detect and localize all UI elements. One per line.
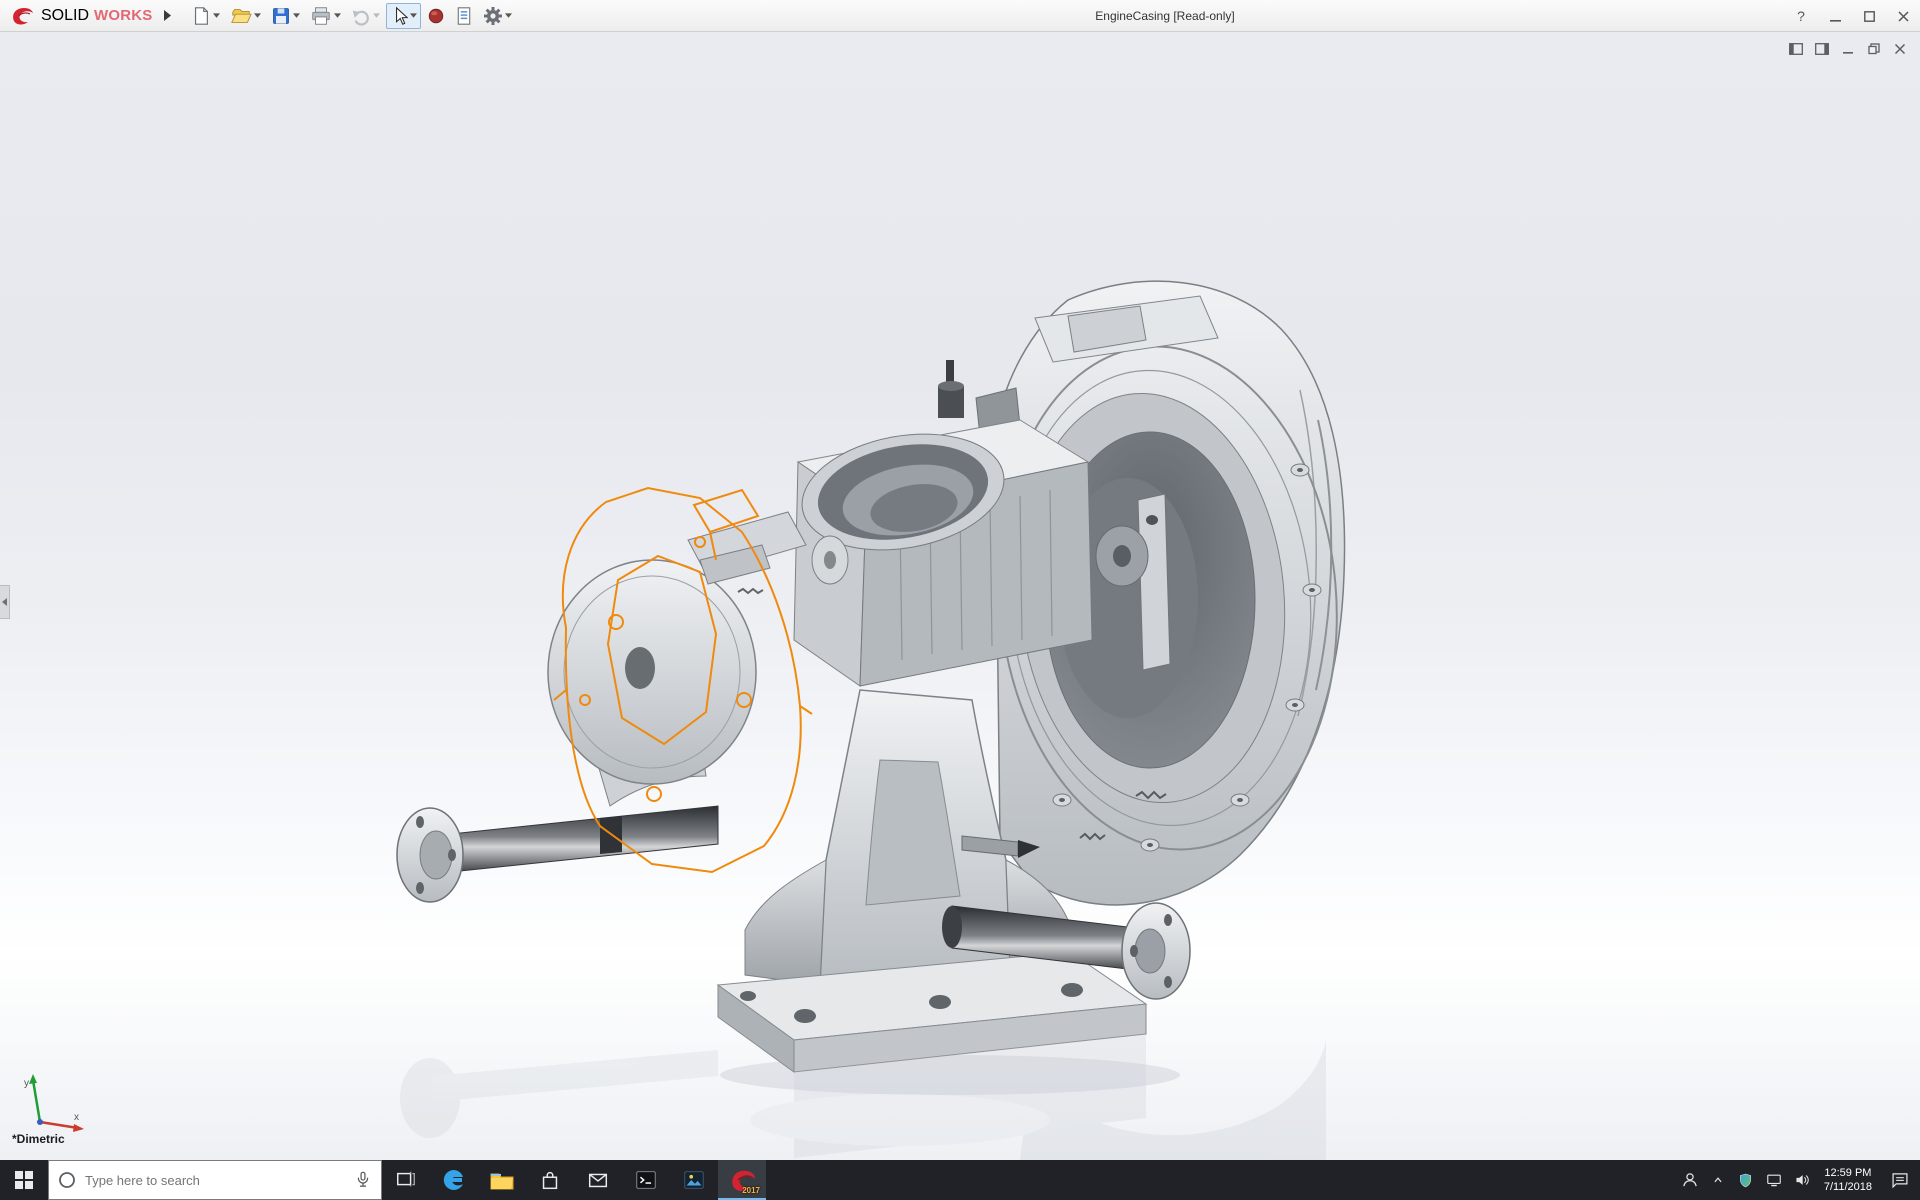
store-bag-icon xyxy=(538,1168,562,1192)
open-folder-icon xyxy=(230,5,252,27)
new-document-icon xyxy=(191,5,211,27)
new-document-button[interactable] xyxy=(187,3,224,29)
close-button[interactable] xyxy=(1886,0,1920,32)
solidworks-2017-taskbar-button[interactable]: 2017 xyxy=(718,1160,766,1200)
dropdown-caret-icon[interactable] xyxy=(254,13,261,18)
command-prompt-taskbar-button[interactable] xyxy=(622,1160,670,1200)
brand-text-works: WORKS xyxy=(94,7,153,24)
photos-icon xyxy=(682,1168,706,1192)
network-icon[interactable] xyxy=(1760,1160,1788,1200)
search-input[interactable] xyxy=(85,1173,345,1188)
save-button[interactable] xyxy=(267,3,304,29)
solidworks-brand: SOLID WORKS xyxy=(0,6,159,26)
document-title: EngineCasing [Read-only] xyxy=(1095,9,1234,23)
triad-x-label: x xyxy=(74,1112,79,1123)
people-icon[interactable] xyxy=(1676,1160,1704,1200)
view-orientation-label: *Dimetric xyxy=(12,1132,65,1146)
taskbar-clock[interactable]: 12:59 PM 7/11/2018 xyxy=(1816,1166,1880,1194)
select-cursor-icon xyxy=(390,6,408,26)
hidden-icons-chevron-icon[interactable] xyxy=(1704,1160,1732,1200)
command-prompt-icon xyxy=(634,1168,658,1192)
task-view-icon xyxy=(395,1169,417,1191)
mail-envelope-icon xyxy=(586,1168,610,1192)
print-button[interactable] xyxy=(306,3,345,29)
mail-taskbar-button[interactable] xyxy=(574,1160,622,1200)
dropdown-caret-icon[interactable] xyxy=(373,13,380,18)
file-explorer-taskbar-button[interactable] xyxy=(478,1160,526,1200)
feature-pane-icon[interactable] xyxy=(1786,40,1806,58)
document-close-button[interactable] xyxy=(1890,40,1910,58)
photos-taskbar-button[interactable] xyxy=(670,1160,718,1200)
task-view-button[interactable] xyxy=(382,1160,430,1200)
window-controls: ? xyxy=(1784,0,1920,32)
file-properties-button[interactable] xyxy=(451,3,477,29)
action-center-icon xyxy=(1890,1170,1910,1190)
file-explorer-icon xyxy=(489,1168,515,1192)
minimize-button[interactable] xyxy=(1818,0,1852,32)
graphics-viewport[interactable]: y x *Dimetric xyxy=(0,32,1920,1160)
edge-taskbar-button[interactable] xyxy=(430,1160,478,1200)
system-tray: 12:59 PM 7/11/2018 xyxy=(1676,1160,1920,1200)
menu-flyout-arrow-icon[interactable] xyxy=(159,4,177,28)
left-shaft xyxy=(397,806,718,902)
document-minimize-button[interactable] xyxy=(1838,40,1858,58)
rebuild-icon xyxy=(427,7,445,25)
document-restore-button[interactable] xyxy=(1864,40,1884,58)
solidworks-version-badge: 2017 xyxy=(742,1186,760,1195)
dropdown-caret-icon[interactable] xyxy=(505,13,512,18)
standard-toolbar xyxy=(187,3,516,29)
left-cover-plate xyxy=(548,512,806,806)
taskbar-search[interactable] xyxy=(48,1160,382,1200)
volume-icon[interactable] xyxy=(1788,1160,1816,1200)
undo-button[interactable] xyxy=(347,3,384,29)
display-pane-icon[interactable] xyxy=(1812,40,1832,58)
options-gear-icon xyxy=(483,6,503,26)
dropdown-caret-icon[interactable] xyxy=(410,13,417,18)
solidworks-logo-icon xyxy=(10,6,36,26)
help-button[interactable]: ? xyxy=(1784,0,1818,32)
cortana-ring-icon xyxy=(57,1170,77,1190)
clock-time: 12:59 PM xyxy=(1824,1166,1872,1180)
collapse-arrow-icon xyxy=(2,598,7,606)
security-shield-icon[interactable] xyxy=(1732,1160,1760,1200)
store-taskbar-button[interactable] xyxy=(526,1160,574,1200)
triad-y-label: y xyxy=(24,1078,29,1089)
titlebar: SOLID WORKS xyxy=(0,0,1920,32)
featuremanager-collapsed-tab[interactable] xyxy=(0,585,10,619)
windows-start-icon xyxy=(15,1171,33,1189)
rebuild-button[interactable] xyxy=(423,3,449,29)
taskbar: 2017 12:59 PM 7/11/2 xyxy=(0,1160,1920,1200)
dropdown-caret-icon[interactable] xyxy=(334,13,341,18)
undo-icon xyxy=(351,6,371,26)
engine-casing-model[interactable] xyxy=(0,32,1920,1160)
open-button[interactable] xyxy=(226,3,265,29)
microphone-icon[interactable] xyxy=(353,1169,373,1191)
maximize-button[interactable] xyxy=(1852,0,1886,32)
print-icon xyxy=(310,5,332,27)
document-window-controls xyxy=(1786,40,1910,58)
save-icon xyxy=(271,6,291,26)
brand-text-solid: SOLID xyxy=(41,7,89,25)
orientation-triad: y x xyxy=(22,1070,92,1140)
clock-date: 7/11/2018 xyxy=(1824,1180,1872,1194)
dropdown-caret-icon[interactable] xyxy=(213,13,220,18)
edge-icon xyxy=(441,1167,467,1193)
options-button[interactable] xyxy=(479,3,516,29)
file-properties-icon xyxy=(455,6,473,26)
select-tool-button[interactable] xyxy=(386,3,421,29)
action-center-button[interactable] xyxy=(1880,1160,1920,1200)
cylinder-block xyxy=(793,419,1092,686)
solidworks-window: SOLID WORKS xyxy=(0,0,1920,1200)
dropdown-caret-icon[interactable] xyxy=(293,13,300,18)
start-button[interactable] xyxy=(0,1160,48,1200)
